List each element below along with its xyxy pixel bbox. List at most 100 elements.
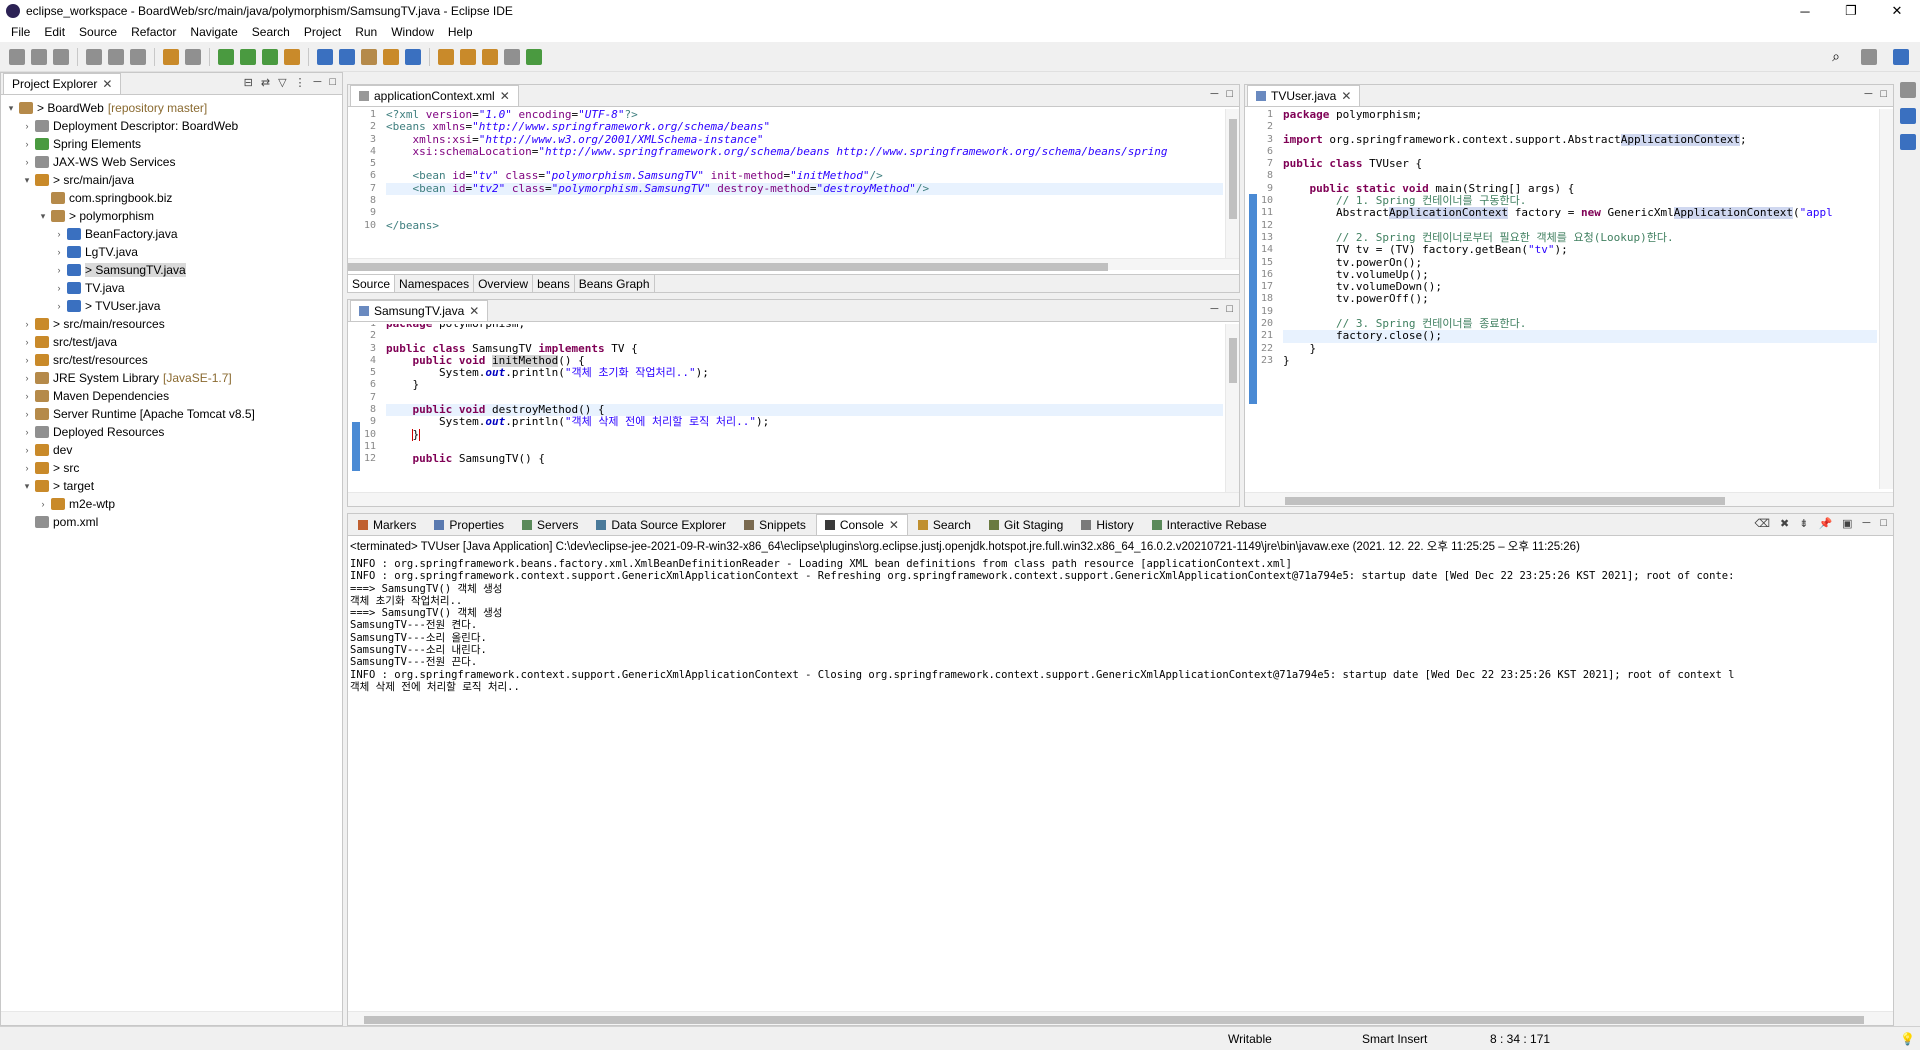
forward-icon[interactable] [504, 48, 520, 65]
console-output[interactable]: INFO : org.springframework.beans.factory… [348, 556, 1893, 695]
tree-expand-icon[interactable]: › [21, 139, 33, 149]
tree-item[interactable]: › Maven Dependencies [1, 387, 342, 405]
bottom-tab[interactable]: Interactive Rebase [1143, 514, 1275, 535]
tree-item[interactable]: › > src [1, 459, 342, 477]
horizontal-scrollbar[interactable] [1, 1011, 342, 1025]
minimize-button[interactable]: ─ [1782, 0, 1828, 22]
outline-icon[interactable] [1900, 108, 1916, 124]
bottom-tab[interactable]: Data Source Explorer [588, 514, 735, 535]
xml-code-area[interactable]: 1 2 3 4 5 6 7 8 9 10 <?xml version="1.0" encoding… [348, 109, 1239, 259]
tree-item[interactable]: › Server Runtime [Apache Tomcat v8.5] [1, 405, 342, 423]
tree-expand-icon[interactable]: › [21, 121, 33, 131]
tree-item[interactable]: ▾ > polymorphism [1, 207, 342, 225]
tree-item[interactable]: › JRE System Library [JavaSE-1.7] [1, 369, 342, 387]
subtab-namespaces[interactable]: Namespaces [395, 275, 475, 292]
subtab-overview[interactable]: Overview [474, 275, 534, 292]
tree-expand-icon[interactable]: › [21, 445, 33, 455]
toggle-mark-icon[interactable] [163, 48, 179, 65]
search-icon[interactable]: ⌕ [1832, 48, 1840, 65]
tree-expand-icon[interactable]: › [21, 319, 33, 329]
suspend-icon[interactable] [108, 48, 124, 65]
bottom-tab[interactable]: History [1073, 514, 1142, 535]
tree-expand-icon[interactable]: ▾ [37, 211, 49, 222]
lightbulb-icon[interactable]: 💡 [1900, 1032, 1915, 1046]
subtab-source[interactable]: Source [348, 275, 396, 292]
close-icon[interactable]: ✕ [889, 518, 899, 532]
menu-run[interactable]: Run [348, 25, 384, 39]
tree-expand-icon[interactable]: › [53, 247, 65, 257]
open-type-icon[interactable] [361, 48, 377, 65]
tab-tvuser[interactable]: TVUser.java ✕ [1247, 85, 1361, 106]
tree-item[interactable]: › Deployed Resources [1, 423, 342, 441]
remove-launch-icon[interactable]: ✖ [1780, 517, 1789, 530]
project-explorer-tab[interactable]: Project Explorer ✕ [3, 73, 122, 94]
new-icon[interactable] [9, 48, 25, 65]
tree-expand-icon[interactable]: › [21, 463, 33, 473]
menu-help[interactable]: Help [441, 25, 480, 39]
globe-icon[interactable] [405, 48, 421, 65]
tree-expand-icon[interactable]: ▾ [21, 175, 33, 186]
tree-expand-icon[interactable]: › [21, 157, 33, 167]
search-tool-icon[interactable] [383, 48, 399, 65]
tree-item[interactable]: › LgTV.java [1, 243, 342, 261]
close-icon[interactable]: ✕ [102, 77, 112, 91]
maximize-view-icon[interactable]: □ [1226, 303, 1233, 315]
tree-item[interactable]: › TV.java [1, 279, 342, 297]
tree-item[interactable]: › dev [1, 441, 342, 459]
maximize-view-icon[interactable]: □ [1226, 88, 1233, 100]
bottom-tab[interactable]: Snippets [736, 514, 814, 535]
tree-expand-icon[interactable]: › [21, 427, 33, 437]
pin-console-icon[interactable]: 📌 [1818, 517, 1832, 530]
vertical-scrollbar[interactable] [1225, 324, 1239, 492]
minimize-view-icon[interactable]: ─ [1211, 303, 1219, 315]
tree-expand-icon[interactable]: ▾ [21, 481, 33, 492]
subtab-beans-graph[interactable]: Beans Graph [575, 275, 655, 292]
menu-search[interactable]: Search [245, 25, 297, 39]
close-icon[interactable]: ✕ [469, 304, 479, 318]
bottom-tab[interactable]: Git Staging [980, 514, 1072, 535]
open-perspective-icon[interactable] [1861, 48, 1877, 65]
tab-samsung-tv[interactable]: SamsungTV.java ✕ [350, 300, 489, 321]
back-icon[interactable] [482, 48, 498, 65]
tree-expand-icon[interactable]: › [21, 355, 33, 365]
tab-application-context[interactable]: applicationContext.xml ✕ [350, 85, 519, 106]
tree-item[interactable]: ▾ > src/main/java [1, 171, 342, 189]
maximize-button[interactable]: ❐ [1828, 0, 1874, 22]
clear-console-icon[interactable]: ⌫ [1754, 517, 1770, 530]
menu-edit[interactable]: Edit [37, 25, 72, 39]
tree-item[interactable]: › JAX-WS Web Services [1, 153, 342, 171]
pilcrow-icon[interactable] [185, 48, 201, 65]
menu-window[interactable]: Window [384, 25, 441, 39]
minimize-view-icon[interactable]: ─ [1211, 88, 1219, 100]
close-button[interactable]: ✕ [1874, 0, 1920, 22]
prev-annotation-icon[interactable] [460, 48, 476, 65]
tree-item[interactable]: › src/test/java [1, 333, 342, 351]
minimize-view-icon[interactable]: ─ [314, 76, 322, 89]
vertical-scrollbar[interactable] [1225, 109, 1239, 259]
horizontal-scrollbar[interactable] [348, 492, 1239, 506]
tree-expand-icon[interactable]: › [53, 301, 65, 311]
minimize-view-icon[interactable]: ─ [1865, 88, 1873, 100]
menu-refactor[interactable]: Refactor [124, 25, 183, 39]
menu-project[interactable]: Project [297, 25, 348, 39]
collapse-all-icon[interactable]: ⊟ [244, 76, 253, 89]
tree-item[interactable]: › > src/main/resources [1, 315, 342, 333]
debug-icon[interactable] [218, 48, 234, 65]
filter-icon[interactable]: ▽ [278, 76, 286, 89]
tree-item[interactable]: ▾ > target [1, 477, 342, 495]
tree-expand-icon[interactable]: ▾ [5, 103, 17, 114]
bottom-tab[interactable]: Console ✕ [815, 514, 908, 535]
bottom-tab[interactable]: Servers [514, 514, 587, 535]
bottom-tab[interactable]: Properties [426, 514, 513, 535]
bottom-tab[interactable]: Search [909, 514, 979, 535]
samsung-code-area[interactable]: 123456789101112 package polymorphism; pu… [348, 324, 1239, 492]
tree-expand-icon[interactable]: › [53, 229, 65, 239]
task-list-icon[interactable] [1900, 134, 1916, 150]
tree-expand-icon[interactable]: › [53, 283, 65, 293]
tree-expand-icon[interactable]: › [21, 337, 33, 347]
menu-file[interactable]: File [4, 25, 37, 39]
display-console-icon[interactable]: ▣ [1842, 517, 1852, 530]
horizontal-scrollbar[interactable] [1245, 492, 1893, 506]
tree-item[interactable]: › > TVUser.java [1, 297, 342, 315]
java-ee-perspective-icon[interactable] [1893, 48, 1909, 65]
